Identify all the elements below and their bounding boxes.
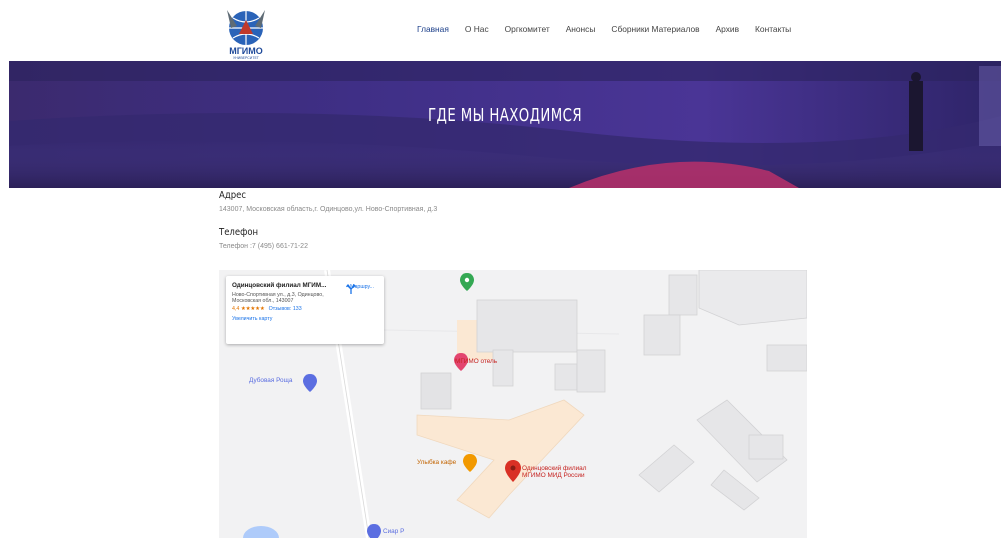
phone-heading: Телефон xyxy=(219,227,259,238)
mgimo-logo[interactable]: МГИМО УНИВЕРСИТЕТ xyxy=(219,4,273,60)
directions-icon xyxy=(346,284,356,294)
logo-subtext: УНИВЕРСИТЕТ xyxy=(233,56,260,60)
place-info-card: Одинцовский филиал МГИМ... Ново-Спортивн… xyxy=(226,276,384,344)
nav-item-collections[interactable]: Сборники Материалов xyxy=(611,24,699,34)
branch-label[interactable]: Одинцовский филиал МГИМО МИД России xyxy=(522,465,586,479)
cafe-label[interactable]: Улыбка кафе xyxy=(417,459,456,466)
address-text: 143007, Московская область,г. Одинцово,у… xyxy=(219,206,438,213)
enlarge-map-link[interactable]: Увеличить карту xyxy=(232,316,378,322)
rating-stars: 4,4 ★★★★★ xyxy=(232,306,265,312)
hotel-label[interactable]: МГИМО отель xyxy=(455,358,497,365)
reviews-link[interactable]: Отзывов: 133 xyxy=(269,306,302,312)
main-nav: Главная О Нас Оргкомитет Анонсы Сборники… xyxy=(417,24,807,34)
phone-text: Телефон :7 (495) 661-71-22 xyxy=(219,243,308,250)
address-heading: Адрес xyxy=(219,190,247,201)
cigar-shop-pin[interactable] xyxy=(367,524,381,538)
nav-item-home[interactable]: Главная xyxy=(417,24,449,34)
nav-item-archive[interactable]: Архив xyxy=(716,24,739,34)
place-address: Ново-Спортивная ул., д.3, Одинцово, Моск… xyxy=(232,292,324,304)
nav-item-contacts[interactable]: Контакты xyxy=(755,24,791,34)
site-header: МГИМО УНИВЕРСИТЕТ Главная О Нас Оргкомит… xyxy=(0,0,1001,61)
grove-label[interactable]: Дубовая Роща xyxy=(249,377,292,384)
nav-item-about[interactable]: О Нас xyxy=(465,24,489,34)
nav-item-announcements[interactable]: Анонсы xyxy=(566,24,596,34)
hero-title: ГДЕ МЫ НАХОДИМСЯ xyxy=(428,105,582,126)
hero-banner: ГДЕ МЫ НАХОДИМСЯ xyxy=(9,61,1001,188)
directions-button[interactable]: Маршру... xyxy=(346,284,378,294)
contact-info: Адрес 143007, Московская область,г. Один… xyxy=(219,190,807,250)
cigar-label[interactable]: Сиар Р xyxy=(383,528,404,535)
embedded-map[interactable]: МГИМО отель Дубовая Роща Улыбка кафе Оди… xyxy=(219,270,807,538)
place-rating: 4,4 ★★★★★ Отзывов: 133 xyxy=(232,306,378,312)
branch-label-line1: Одинцовский филиал xyxy=(522,465,587,472)
nav-item-committee[interactable]: Оргкомитет xyxy=(505,24,550,34)
logo-text: МГИМО xyxy=(229,46,263,56)
branch-label-line2: МГИМО МИД России xyxy=(522,472,585,479)
